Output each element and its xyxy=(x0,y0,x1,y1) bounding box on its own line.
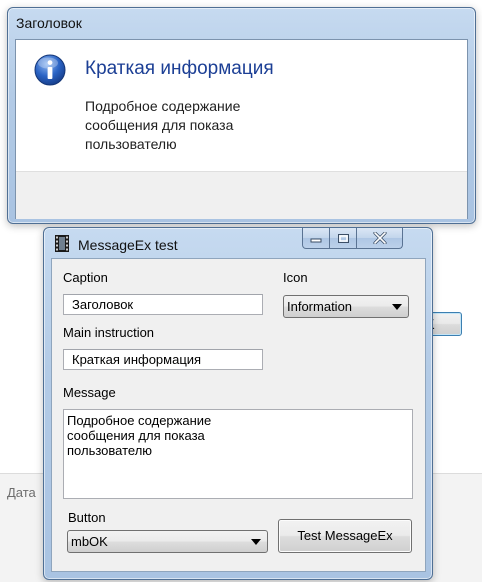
chevron-down-icon xyxy=(251,539,261,545)
caption-buttons xyxy=(302,228,403,250)
caption-label: Caption xyxy=(63,270,108,285)
main-instruction-label: Main instruction xyxy=(63,325,155,340)
maximize-icon xyxy=(337,233,349,243)
window-title: MessageEx test xyxy=(78,237,178,253)
message-box-footer: OK xyxy=(16,171,467,336)
chevron-down-icon xyxy=(392,304,402,310)
maximize-button[interactable] xyxy=(330,228,357,249)
button-select-value: mbOK xyxy=(71,534,108,549)
info-icon xyxy=(34,54,66,86)
main-instruction-input[interactable]: Краткая информация xyxy=(63,349,263,370)
message-box-client: Краткая информация Подробное содержание … xyxy=(15,39,468,336)
minimize-button[interactable] xyxy=(302,228,330,249)
button-label: Button xyxy=(68,510,106,525)
form-client-area: Caption Заголовок Icon Information Main … xyxy=(51,258,426,572)
caption-input[interactable]: Заголовок xyxy=(63,294,263,315)
icon-label: Icon xyxy=(283,270,308,285)
message-box-window: Заголовок Краткая информация Подробное с… xyxy=(7,7,476,336)
message-body-text: Подробное содержание сообщения для показ… xyxy=(85,98,241,152)
film-icon xyxy=(55,235,69,252)
message-label: Message xyxy=(63,385,116,400)
icon-select-value: Information xyxy=(287,299,353,314)
messageex-test-window: MessageEx test Caption Заголовок Icon In… xyxy=(43,227,433,580)
main-instruction-text: Краткая информация xyxy=(85,58,274,79)
close-button[interactable] xyxy=(357,228,403,249)
test-messageex-button[interactable]: Test MessageEx xyxy=(278,519,412,553)
background-partial-label: Дата xyxy=(7,485,36,500)
button-select[interactable]: mbOK xyxy=(67,530,268,553)
message-box-title: Заголовок xyxy=(16,15,82,31)
message-input[interactable]: Подробное содержание сообщения для показ… xyxy=(63,409,413,499)
icon-select[interactable]: Information xyxy=(283,295,409,318)
message-box-content: Краткая информация Подробное содержание … xyxy=(16,40,467,171)
close-icon xyxy=(372,232,387,244)
minimize-icon xyxy=(310,238,322,243)
